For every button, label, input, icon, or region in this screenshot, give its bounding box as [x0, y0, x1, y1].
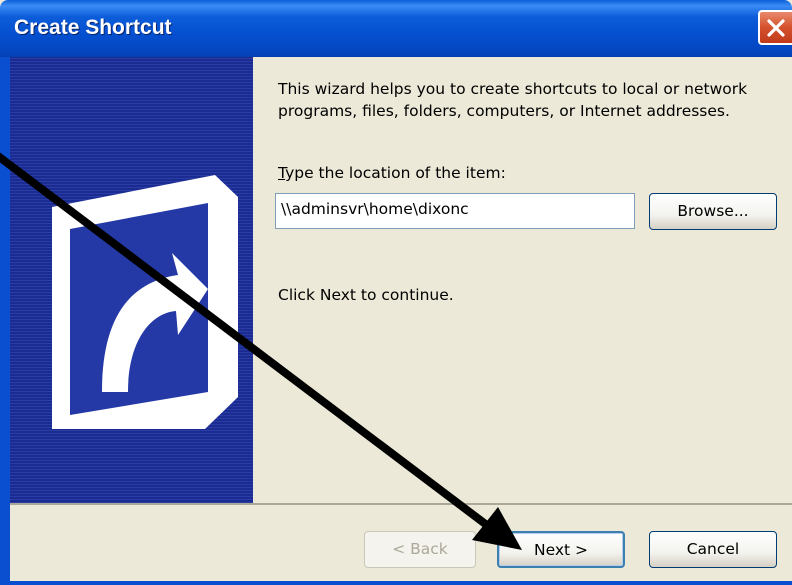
window-frame-bottom — [0, 581, 792, 585]
title-bar[interactable]: Create Shortcut — [0, 0, 792, 57]
intro-text: This wizard helps you to create shortcut… — [278, 80, 748, 120]
location-label: Type the location of the item: — [278, 164, 506, 182]
location-label-accelerator: T — [278, 164, 286, 182]
create-shortcut-dialog: Create Shortcut This wizard helps you to… — [0, 0, 792, 585]
window-title: Create Shortcut — [14, 16, 172, 39]
close-icon — [767, 19, 785, 37]
cancel-button[interactable]: Cancel — [649, 531, 777, 568]
back-button[interactable]: < Back — [364, 531, 476, 568]
location-input[interactable]: \\adminsvr\home\dixonc — [275, 193, 635, 229]
close-button[interactable] — [758, 10, 792, 45]
next-button[interactable]: Next > — [497, 531, 625, 568]
wizard-content-area — [253, 57, 792, 503]
window-frame-left — [0, 57, 10, 585]
wizard-side-panel — [10, 57, 253, 503]
browse-button[interactable]: Browse... — [649, 193, 777, 230]
location-label-text: ype the location of the item: — [285, 164, 506, 182]
continue-text: Click Next to continue. — [278, 286, 454, 304]
shortcut-arrow-icon — [52, 175, 238, 429]
